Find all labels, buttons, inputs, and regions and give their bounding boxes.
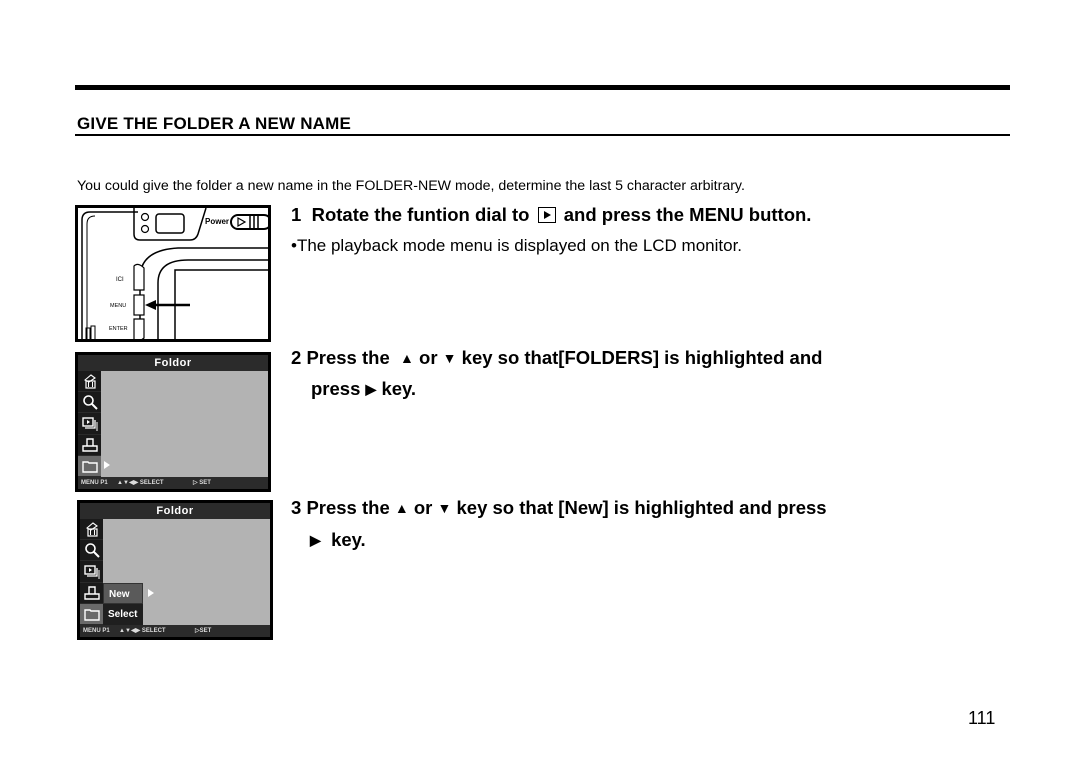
- slideshow-icon: [80, 561, 103, 583]
- folder-icon: [78, 455, 101, 478]
- step-2-line-1: 2 Press the ▲ or ▼ key so that[FOLDERS] …: [291, 347, 822, 369]
- footer-select: ◀▶ SELECT: [129, 480, 164, 486]
- step-number: 1: [291, 204, 302, 225]
- step-1-heading: 1 Rotate the funtion dial to and press t…: [291, 204, 811, 226]
- step-1-note: •The playback mode menu is displayed on …: [291, 236, 743, 255]
- section-title: GIVE THE FOLDER A NEW NAME: [77, 114, 352, 133]
- step-text: or: [419, 347, 438, 368]
- right-arrow-icon: [148, 589, 154, 597]
- up-arrow-icon: ▲: [400, 350, 414, 366]
- lcd-screen-folders: Foldor MENU P1 ▲▼ ◀▶ SELECT ▷ SET: [75, 352, 271, 492]
- footer-menu-page: MENU P1: [83, 628, 110, 634]
- delete-icon: [78, 371, 101, 393]
- submenu-item-select: Select: [103, 604, 143, 625]
- step-3-line-1: 3 Press the ▲ or ▼ key so that [New] is …: [291, 497, 827, 519]
- camera-drawing: Power ICI MENU ENTER: [81, 208, 268, 339]
- step-text: press: [311, 378, 361, 399]
- lcd-footer: MENU P1 ▲▼ ◀▶ SELECT ▷ SET: [78, 477, 268, 489]
- right-arrow-icon: ▶: [365, 381, 377, 397]
- submenu-item-new: New: [103, 583, 143, 604]
- footer-updown: ▲▼: [119, 628, 131, 634]
- step-text: Press the: [306, 347, 390, 368]
- down-arrow-icon: ▼: [442, 350, 457, 366]
- footer-select: ◀▶ SELECT: [131, 628, 166, 634]
- lcd-screen-new: Foldor New Select MENU P1 ▲▼ ◀▶ SELECT ▷…: [77, 500, 273, 640]
- intro-text: You could give the folder a new name in …: [77, 178, 745, 194]
- top-rule: [75, 85, 1010, 90]
- footer-set: ▷ SET: [193, 480, 211, 486]
- lcd-content-area: [101, 371, 268, 477]
- step-text: Rotate the funtion dial to: [311, 204, 530, 225]
- lcd-content-area: New Select: [103, 519, 270, 625]
- step-text: or: [413, 497, 433, 518]
- step-number: 3: [291, 497, 302, 518]
- slideshow-icon: [78, 413, 101, 435]
- footer-set: ▷SET: [195, 628, 212, 634]
- power-label: Power: [205, 217, 229, 226]
- footer-menu-page: MENU P1: [81, 480, 108, 486]
- page-number: 111: [968, 708, 996, 728]
- title-underline: [75, 134, 1010, 136]
- playback-mode-icon: [537, 207, 556, 223]
- lcd-icon-column: [78, 371, 101, 478]
- step-text: key so that[FOLDERS] is highlighted and: [461, 347, 823, 368]
- print-icon: [80, 583, 103, 604]
- delete-icon: [80, 519, 103, 541]
- magnify-icon: [78, 392, 101, 414]
- down-arrow-icon: ▼: [437, 500, 452, 516]
- lcd-title: Foldor: [80, 503, 270, 519]
- lcd-footer: MENU P1 ▲▼ ◀▶ SELECT ▷SET: [80, 625, 270, 637]
- footer-updown: ▲▼: [117, 480, 129, 486]
- menu-button-label: MENU: [110, 303, 126, 309]
- step-text: Press the: [306, 497, 390, 518]
- step-2-line-2: press ▶ key.: [311, 378, 416, 400]
- right-arrow-icon: ▶: [310, 532, 321, 548]
- folder-submenu: New Select: [103, 583, 143, 625]
- lcd-icon-column: [80, 519, 103, 626]
- step-3-line-2: ▶ key.: [310, 529, 366, 551]
- step-text: and press the MENU button.: [563, 204, 812, 225]
- step-number: 2: [291, 347, 302, 368]
- ici-button-label: ICI: [116, 277, 124, 283]
- folder-icon: [80, 603, 103, 626]
- right-arrow-icon: [104, 461, 110, 469]
- enter-button-label: ENTER: [109, 326, 128, 332]
- magnify-icon: [80, 540, 103, 562]
- print-icon: [78, 435, 101, 456]
- lcd-title: Foldor: [78, 355, 268, 371]
- step-text: key.: [381, 378, 417, 399]
- up-arrow-icon: ▲: [394, 500, 409, 516]
- step-text: key so that [New] is highlighted and pre…: [456, 497, 827, 518]
- step-text: key.: [331, 529, 366, 550]
- camera-illustration: Power ICI MENU ENTER: [75, 205, 271, 342]
